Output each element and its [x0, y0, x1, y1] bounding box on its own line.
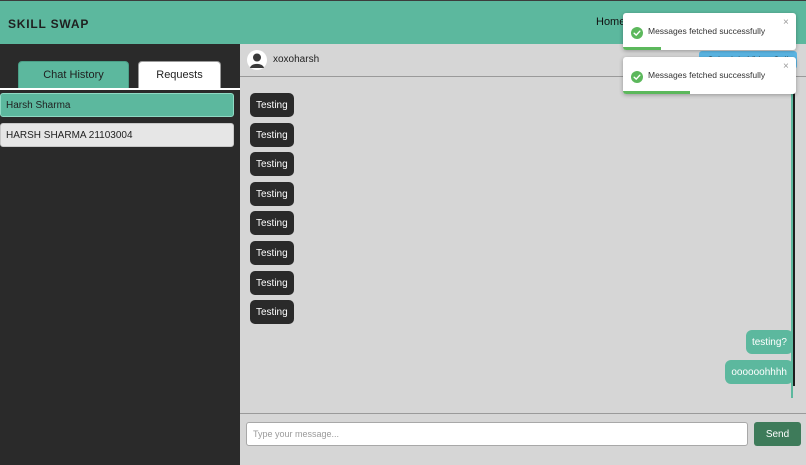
- toast-message: Messages fetched successfully: [648, 26, 766, 36]
- message-incoming: Testing: [250, 152, 294, 176]
- message-incoming: Testing: [250, 211, 294, 235]
- message-outgoing: testing?: [745, 330, 793, 354]
- close-icon[interactable]: ×: [783, 18, 789, 28]
- toast-progress-bar: [623, 91, 691, 94]
- toast-progress-bar: [623, 47, 662, 50]
- chat-username: xoxoharsh: [273, 54, 320, 65]
- send-button[interactable]: Send: [754, 422, 801, 446]
- chat-list-item-label: HARSH SHARMA 21103004: [6, 129, 133, 141]
- tab-requests[interactable]: Requests: [138, 61, 221, 88]
- user-avatar-icon: [247, 50, 267, 70]
- messages-scrollbar[interactable]: [793, 92, 795, 386]
- check-circle-icon: [631, 26, 643, 39]
- close-icon[interactable]: ×: [783, 62, 789, 72]
- message-incoming: Testing: [250, 241, 294, 265]
- message-outgoing: oooooohhhh: [725, 360, 793, 384]
- toast-notification: Messages fetched successfully ×: [623, 57, 796, 94]
- chat-list-item-label: Harsh Sharma: [6, 99, 71, 111]
- toast-message: Messages fetched successfully: [648, 70, 766, 80]
- message-incoming: Testing: [250, 300, 294, 324]
- message-incoming: Testing: [250, 271, 294, 295]
- tab-chat-history[interactable]: Chat History: [18, 61, 129, 88]
- message-composer: Send: [240, 413, 806, 465]
- toast-notification: Messages fetched successfully ×: [623, 13, 796, 50]
- check-circle-icon: [631, 70, 643, 83]
- chat-list-item-harsh-sharma[interactable]: Harsh Sharma: [0, 93, 234, 117]
- tabs-divider: [0, 88, 240, 90]
- message-incoming: Testing: [250, 123, 294, 147]
- sidebar: Chat History Requests Harsh Sharma HARSH…: [0, 44, 240, 465]
- chat-panel: xoxoharsh Schedule Video Call Testing Te…: [240, 44, 806, 465]
- message-incoming: Testing: [250, 182, 294, 206]
- app-brand[interactable]: SKILL SWAP: [8, 17, 89, 31]
- chat-list-item-harsh-sharma-21103004[interactable]: HARSH SHARMA 21103004: [0, 123, 234, 147]
- nav-link-home[interactable]: Home: [596, 16, 625, 28]
- message-input[interactable]: [246, 422, 748, 446]
- message-incoming: Testing: [250, 93, 294, 117]
